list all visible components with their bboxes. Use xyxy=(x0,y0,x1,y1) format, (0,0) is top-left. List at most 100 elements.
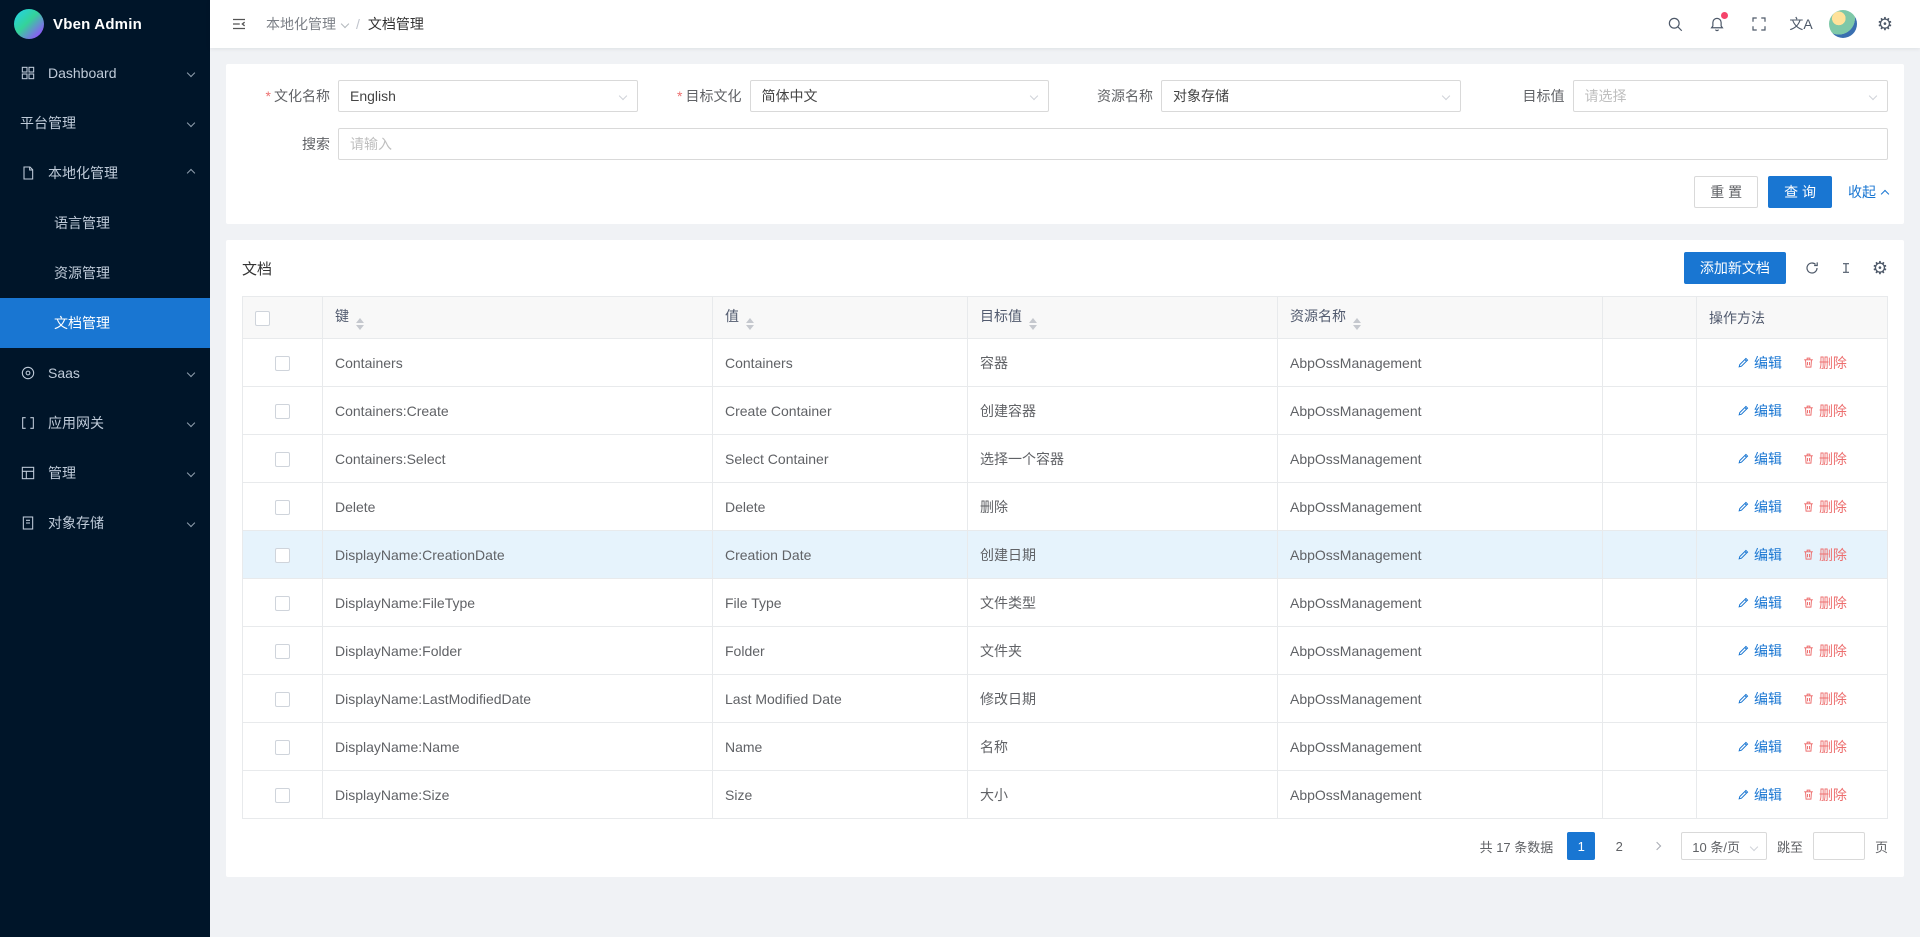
edit-button[interactable]: 编辑 xyxy=(1737,689,1782,709)
cell-resource: AbpOssManagement xyxy=(1278,339,1603,387)
jump-page-input[interactable] xyxy=(1813,832,1865,860)
row-height-icon[interactable] xyxy=(1838,260,1854,276)
sort-icon[interactable] xyxy=(1029,318,1037,330)
toolbar-actions: 添加新文档 ⚙ xyxy=(1684,252,1888,284)
row-checkbox[interactable] xyxy=(275,596,290,611)
next-page-button[interactable] xyxy=(1643,832,1671,860)
culture-select[interactable]: English xyxy=(338,80,638,112)
trash-icon xyxy=(1802,356,1815,369)
select-all-checkbox[interactable] xyxy=(255,311,270,326)
notification-bell-icon[interactable] xyxy=(1696,0,1738,48)
table-row[interactable]: Containers:Create Create Container 创建容器 … xyxy=(243,387,1888,435)
resource-select[interactable]: 对象存储 xyxy=(1161,80,1461,112)
target-culture-select[interactable]: 简体中文 xyxy=(750,80,1050,112)
settings-gear-icon[interactable]: ⚙ xyxy=(1864,0,1906,48)
row-checkbox[interactable] xyxy=(275,692,290,707)
column-header-key[interactable]: 键 xyxy=(323,297,713,339)
delete-button[interactable]: 删除 xyxy=(1802,401,1847,421)
sidebar-item-dashboard[interactable]: Dashboard xyxy=(0,48,210,98)
sidebar-item-localization[interactable]: 本地化管理 xyxy=(0,148,210,198)
reset-button[interactable]: 重 置 xyxy=(1694,176,1758,208)
required-asterisk: * xyxy=(677,88,682,104)
sidebar-item-object-storage[interactable]: 对象存储 xyxy=(0,498,210,548)
table-row-highlighted[interactable]: DisplayName:CreationDate Creation Date 创… xyxy=(243,531,1888,579)
row-checkbox[interactable] xyxy=(275,500,290,515)
refresh-icon[interactable] xyxy=(1804,260,1820,276)
delete-button[interactable]: 删除 xyxy=(1802,641,1847,661)
sidebar-item-language-management[interactable]: 语言管理 xyxy=(0,198,210,248)
column-settings-gear-icon[interactable]: ⚙ xyxy=(1872,259,1888,277)
add-document-button[interactable]: 添加新文档 xyxy=(1684,252,1786,284)
edit-button[interactable]: 编辑 xyxy=(1737,641,1782,661)
pencil-icon xyxy=(1737,404,1750,417)
table-row[interactable]: DisplayName:LastModifiedDate Last Modifi… xyxy=(243,675,1888,723)
target-value-select[interactable]: 请选择 xyxy=(1573,80,1889,112)
column-header-resource[interactable]: 资源名称 xyxy=(1278,297,1603,339)
row-checkbox[interactable] xyxy=(275,356,290,371)
table-row[interactable]: Containers Containers 容器 AbpOssManagemen… xyxy=(243,339,1888,387)
sidebar-item-document-management[interactable]: 文档管理 xyxy=(0,298,210,348)
delete-button[interactable]: 删除 xyxy=(1802,353,1847,373)
table-row[interactable]: Delete Delete 删除 AbpOssManagement 编辑 删除 xyxy=(243,483,1888,531)
delete-button[interactable]: 删除 xyxy=(1802,449,1847,469)
edit-button[interactable]: 编辑 xyxy=(1737,401,1782,421)
row-checkbox[interactable] xyxy=(275,788,290,803)
delete-button[interactable]: 删除 xyxy=(1802,689,1847,709)
column-header-target[interactable]: 目标值 xyxy=(968,297,1278,339)
edit-button[interactable]: 编辑 xyxy=(1737,785,1782,805)
delete-button[interactable]: 删除 xyxy=(1802,497,1847,517)
search-icon[interactable] xyxy=(1654,0,1696,48)
sort-icon[interactable] xyxy=(356,318,364,330)
collapse-toggle[interactable]: 收起 xyxy=(1848,182,1888,202)
edit-button[interactable]: 编辑 xyxy=(1737,545,1782,565)
fullscreen-icon[interactable] xyxy=(1738,0,1780,48)
edit-button[interactable]: 编辑 xyxy=(1737,449,1782,469)
page-button-1[interactable]: 1 xyxy=(1567,832,1595,860)
avatar[interactable] xyxy=(1822,0,1864,48)
row-checkbox[interactable] xyxy=(275,548,290,563)
field-target-value: 目标值 请选择 xyxy=(1477,80,1889,112)
sidebar-item-platform[interactable]: 平台管理 xyxy=(0,98,210,148)
cell-target: 修改日期 xyxy=(968,675,1278,723)
search-input[interactable] xyxy=(338,128,1888,160)
edit-button[interactable]: 编辑 xyxy=(1737,737,1782,757)
select-value: English xyxy=(350,88,396,104)
sidebar-item-resource-management[interactable]: 资源管理 xyxy=(0,248,210,298)
breadcrumb-item-localization[interactable]: 本地化管理 xyxy=(266,14,348,34)
edit-button[interactable]: 编辑 xyxy=(1737,353,1782,373)
column-header-value[interactable]: 值 xyxy=(713,297,968,339)
row-checkbox[interactable] xyxy=(275,644,290,659)
sort-icon[interactable] xyxy=(746,318,754,330)
field-culture-name: *文化名称 English xyxy=(242,80,654,112)
sort-icon[interactable] xyxy=(1353,318,1361,330)
sidebar-item-management[interactable]: 管理 xyxy=(0,448,210,498)
query-button[interactable]: 查 询 xyxy=(1768,176,1832,208)
delete-button[interactable]: 删除 xyxy=(1802,737,1847,757)
table-row[interactable]: DisplayName:Folder Folder 文件夹 AbpOssMana… xyxy=(243,627,1888,675)
row-checkbox[interactable] xyxy=(275,452,290,467)
sidebar-item-saas[interactable]: Saas xyxy=(0,348,210,398)
table-row[interactable]: DisplayName:Name Name 名称 AbpOssManagemen… xyxy=(243,723,1888,771)
delete-button[interactable]: 删除 xyxy=(1802,593,1847,613)
cell-value: Create Container xyxy=(713,387,968,435)
menu-fold-icon[interactable] xyxy=(222,7,256,41)
table-row[interactable]: DisplayName:FileType File Type 文件类型 AbpO… xyxy=(243,579,1888,627)
row-checkbox[interactable] xyxy=(275,740,290,755)
management-icon xyxy=(20,465,36,481)
edit-button[interactable]: 编辑 xyxy=(1737,593,1782,613)
form-row-2: 搜索 xyxy=(242,128,1888,160)
sidebar-item-gateway[interactable]: 应用网关 xyxy=(0,398,210,448)
trash-icon xyxy=(1802,500,1815,513)
row-checkbox[interactable] xyxy=(275,404,290,419)
table-row[interactable]: Containers:Select Select Container 选择一个容… xyxy=(243,435,1888,483)
pencil-icon xyxy=(1737,500,1750,513)
page-button-2[interactable]: 2 xyxy=(1605,832,1633,860)
logo[interactable]: Vben Admin xyxy=(0,0,210,48)
delete-button[interactable]: 删除 xyxy=(1802,545,1847,565)
edit-button[interactable]: 编辑 xyxy=(1737,497,1782,517)
page-size-select[interactable]: 10 条/页 xyxy=(1681,832,1767,860)
trash-icon xyxy=(1802,452,1815,465)
delete-button[interactable]: 删除 xyxy=(1802,785,1847,805)
translate-icon[interactable]: 文A xyxy=(1780,0,1822,48)
table-row[interactable]: DisplayName:Size Size 大小 AbpOssManagemen… xyxy=(243,771,1888,819)
